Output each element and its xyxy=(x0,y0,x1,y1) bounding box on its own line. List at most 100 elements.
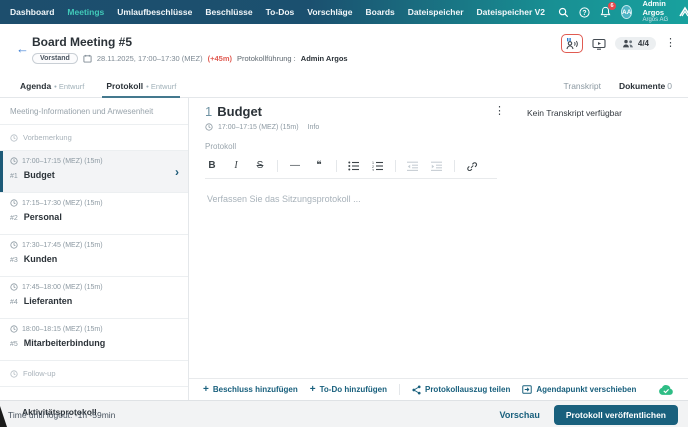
ordered-list-button[interactable]: 123 xyxy=(371,161,385,171)
protokoll-text-input[interactable]: Verfassen Sie das Sitzungsprotokoll ... xyxy=(207,194,361,204)
nav-item-boards[interactable]: Boards xyxy=(365,7,394,17)
speaker-announce-icon xyxy=(565,37,579,50)
tab-transkript[interactable]: Transkript xyxy=(563,81,600,91)
nav-item-dateispeicher-v2[interactable]: Dateispeicher V2 xyxy=(477,7,546,17)
editor-action-bar: + Beschluss hinzufügen + To-Do hinzufüge… xyxy=(189,378,688,400)
move-agenda-item-label: Agendapunkt verschieben xyxy=(536,385,636,394)
clock-icon xyxy=(10,134,18,142)
horizontal-rule-button[interactable]: — xyxy=(288,160,302,171)
clock-icon xyxy=(10,283,18,291)
tabs-bar: Agenda • Entwurf Protokoll • Entwurf Tra… xyxy=(0,75,688,98)
nav-item-dashboard[interactable]: Dashboard xyxy=(10,7,54,17)
share-icon xyxy=(412,385,421,395)
clock-icon xyxy=(205,123,213,131)
nav-item-umlaufbeschluesse[interactable]: Umlaufbeschlüsse xyxy=(117,7,192,17)
agenda-item-time: 17:30–17:45 (MEZ) (15m) xyxy=(22,242,103,249)
sidebar-item-label: Follow-up xyxy=(23,369,56,378)
sidebar-item-vorbemerkung[interactable]: Vorbemerkung xyxy=(0,125,188,151)
sidebar-item-followup[interactable]: Follow-up xyxy=(0,361,188,387)
info-link[interactable]: Info xyxy=(308,124,320,131)
link-button[interactable] xyxy=(465,161,479,171)
toolbar-divider xyxy=(454,160,455,172)
agenda-item-title: Lieferanten xyxy=(24,296,73,306)
nav-item-meetings[interactable]: Meetings xyxy=(67,7,104,17)
meeting-title: Board Meeting #5 xyxy=(32,35,132,49)
tab-agenda-status: • Entwurf xyxy=(54,82,84,91)
protokoll-leader-name: Admin Argos xyxy=(301,54,348,63)
protokoll-leader-label: Protokollführung : xyxy=(237,54,296,63)
bullet-list-button[interactable] xyxy=(347,161,361,171)
add-todo-label: To-Do hinzufügen xyxy=(320,385,387,394)
agenda-item-kunden[interactable]: 17:30–17:45 (MEZ) (15m) #3 Kunden xyxy=(0,235,188,277)
tab-protokoll-label: Protokoll xyxy=(106,81,143,91)
user-avatar[interactable]: AA xyxy=(621,5,632,19)
agenda-item-number: #2 xyxy=(10,215,18,222)
clock-icon xyxy=(10,241,18,249)
blockquote-button[interactable]: ❝ xyxy=(312,160,326,171)
meeting-header: ← Board Meeting #5 Vorstand 28.11.2025, … xyxy=(0,24,688,75)
agenda-item-time: 18:00–18:15 (MEZ) (15m) xyxy=(22,326,103,333)
nav-item-dateispeicher[interactable]: Dateispeicher xyxy=(408,7,464,17)
present-screen-button[interactable] xyxy=(592,38,606,50)
preview-button[interactable]: Vorschau xyxy=(500,410,540,420)
nav-item-todos[interactable]: To-Dos xyxy=(266,7,295,17)
outdent-button[interactable] xyxy=(406,161,420,171)
meeting-overtime: (+45m) xyxy=(208,54,232,63)
attendance-pill[interactable]: 4/4 xyxy=(615,37,656,50)
nav-item-vorschlaege[interactable]: Vorschläge xyxy=(307,7,352,17)
share-excerpt-button[interactable]: Protokollauszug teilen xyxy=(412,385,510,395)
notification-count-badge: 6 xyxy=(608,2,616,10)
tab-agenda-label: Agenda xyxy=(20,81,51,91)
share-excerpt-label: Protokollauszug teilen xyxy=(425,385,510,394)
editor-toolbar: B I S — ❝ 123 xyxy=(205,153,497,179)
back-button[interactable]: ← xyxy=(16,41,29,56)
meeting-datetime: 28.11.2025, 17:00–17:30 (MEZ) xyxy=(97,54,203,63)
sidebar-section-header[interactable]: Meeting-Informationen und Anwesenheit xyxy=(0,98,188,125)
tab-agenda[interactable]: Agenda • Entwurf xyxy=(16,75,88,97)
calendar-icon xyxy=(83,54,92,63)
help-icon[interactable]: ? xyxy=(579,7,590,18)
italic-button[interactable]: I xyxy=(229,160,243,171)
protokoll-field-label: Protokoll xyxy=(205,142,236,151)
tab-dokumente[interactable]: Dokumente0 xyxy=(619,81,672,91)
agenda-item-budget[interactable]: 17:00–17:15 (MEZ) (15m) #1 Budget › xyxy=(0,151,188,193)
agenda-item-time-row: 17:30–17:45 (MEZ) (15m) xyxy=(10,241,178,249)
move-agenda-item-button[interactable]: Agendapunkt verschieben xyxy=(522,385,636,394)
indent-button[interactable] xyxy=(430,161,444,171)
agenda-item-time-row: 17:45–18:00 (MEZ) (15m) xyxy=(10,283,178,291)
meeting-meta: Vorstand 28.11.2025, 17:00–17:30 (MEZ) (… xyxy=(32,53,348,64)
sync-saved-indicator xyxy=(658,384,674,396)
clock-icon xyxy=(10,325,18,333)
strikethrough-button[interactable]: S xyxy=(253,160,267,171)
agenda-item-number: #1 xyxy=(10,173,18,180)
agenda-point-time: 17:00–17:15 (MEZ) (15m) xyxy=(218,124,299,131)
agenda-item-mitarbeiterbindung[interactable]: 18:00–18:15 (MEZ) (15m) #5 Mitarbeiterbi… xyxy=(0,319,188,361)
toolbar-divider xyxy=(277,160,278,172)
search-icon[interactable] xyxy=(558,7,569,18)
app-root: Dashboard Meetings Umlaufbeschlüsse Besc… xyxy=(0,0,688,427)
user-identity[interactable]: Admin Argos Argos AG xyxy=(642,0,668,23)
record-speech-button[interactable] xyxy=(561,34,583,53)
tab-protokoll[interactable]: Protokoll • Entwurf xyxy=(102,75,180,97)
nav-item-beschluesse[interactable]: Beschlüsse xyxy=(205,7,252,17)
agenda-item-personal[interactable]: 17:15–17:30 (MEZ) (15m) #2 Personal xyxy=(0,193,188,235)
people-icon xyxy=(622,39,634,48)
agenda-item-lieferanten[interactable]: 17:45–18:00 (MEZ) (15m) #4 Lieferanten xyxy=(0,277,188,319)
svg-text:?: ? xyxy=(582,9,586,16)
sidebar-item-label: Vorbemerkung xyxy=(23,133,72,142)
publish-protokoll-button[interactable]: Protokoll veröffentlichen xyxy=(554,405,678,425)
footer-actions: Vorschau Protokoll veröffentlichen xyxy=(500,405,678,425)
agenda-item-time-row: 17:15–17:30 (MEZ) (15m) xyxy=(10,199,178,207)
cloud-check-icon xyxy=(658,384,674,396)
agenda-item-number: #4 xyxy=(10,299,18,306)
header-kebab-menu[interactable]: ⋮ xyxy=(665,38,676,49)
add-todo-button[interactable]: + To-Do hinzufügen xyxy=(310,384,387,395)
notifications-bell-icon[interactable]: 6 xyxy=(600,6,611,18)
plus-icon: + xyxy=(310,384,316,395)
editor-kebab-menu[interactable]: ⋮ xyxy=(494,106,505,117)
corner-toast-artifact xyxy=(0,406,7,427)
bold-button[interactable]: B xyxy=(205,160,219,171)
clock-icon xyxy=(10,157,18,165)
add-beschluss-button[interactable]: + Beschluss hinzufügen xyxy=(203,384,298,395)
agenda-item-time: 17:00–17:15 (MEZ) (15m) xyxy=(22,158,103,165)
